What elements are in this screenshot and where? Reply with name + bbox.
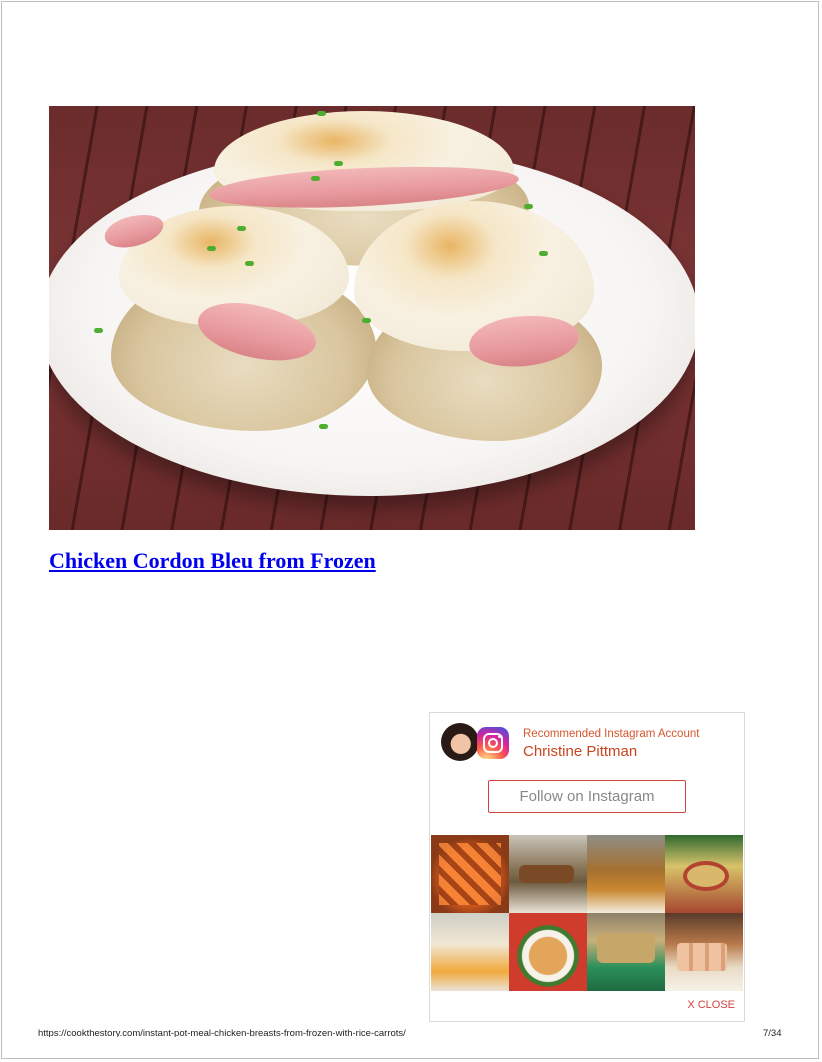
- follow-button[interactable]: Follow on Instagram: [488, 780, 686, 813]
- chive-garnish: [317, 111, 326, 116]
- chive-garnish: [245, 261, 254, 266]
- page-number: 7/34: [763, 1028, 782, 1037]
- instagram-thumbnail[interactable]: [587, 913, 665, 991]
- chive-garnish: [94, 328, 103, 333]
- instagram-thumbnail[interactable]: [665, 913, 743, 991]
- recommended-label: Recommended Instagram Account: [523, 728, 700, 740]
- instagram-widget: Recommended Instagram Account Christine …: [429, 712, 745, 1022]
- chive-garnish: [207, 246, 216, 251]
- account-name-link[interactable]: Christine Pittman: [523, 743, 637, 760]
- instagram-thumbnail[interactable]: [665, 835, 743, 913]
- chive-garnish: [362, 318, 371, 323]
- chive-garnish: [539, 251, 548, 256]
- chive-garnish: [319, 424, 328, 429]
- recipe-photo[interactable]: [49, 106, 695, 530]
- recipe-title-link[interactable]: Chicken Cordon Bleu from Frozen: [49, 548, 376, 574]
- instagram-thumbnail[interactable]: [509, 835, 587, 913]
- instagram-thumbnail[interactable]: [587, 835, 665, 913]
- instagram-thumbnail[interactable]: [431, 913, 509, 991]
- instagram-icon: [477, 727, 509, 759]
- instagram-photo-grid: [431, 835, 743, 991]
- chive-garnish: [237, 226, 246, 231]
- footer-url: https://cookthestory.com/instant-pot-mea…: [38, 1028, 406, 1037]
- chive-garnish: [311, 176, 320, 181]
- close-button[interactable]: X CLOSE: [687, 999, 735, 1011]
- instagram-thumbnail[interactable]: [509, 913, 587, 991]
- chive-garnish: [334, 161, 343, 166]
- chive-garnish: [524, 204, 533, 209]
- instagram-thumbnail[interactable]: [431, 835, 509, 913]
- avatar[interactable]: [441, 723, 479, 761]
